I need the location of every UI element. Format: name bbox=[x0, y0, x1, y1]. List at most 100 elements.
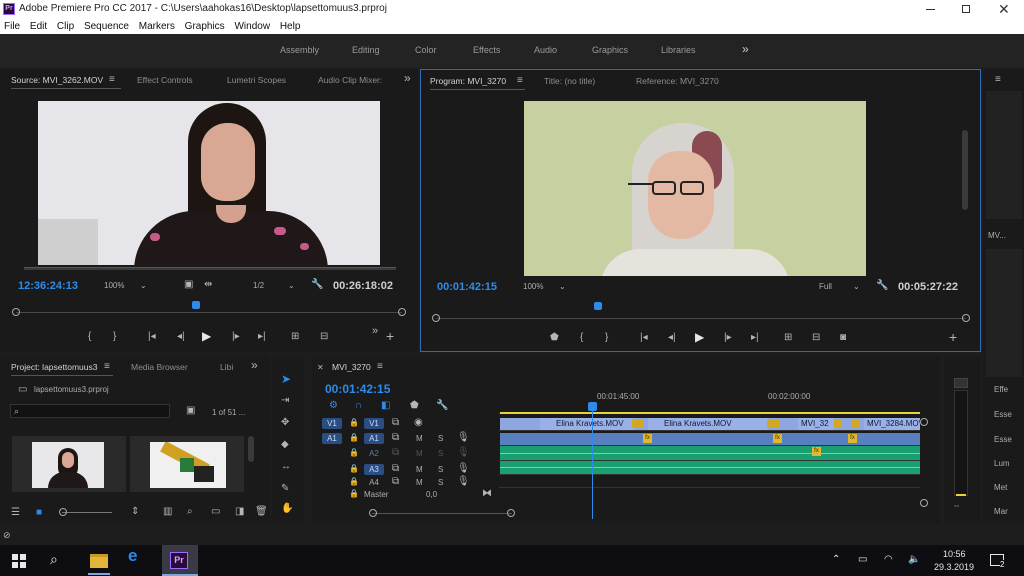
network-icon[interactable]: ◠ bbox=[884, 555, 893, 565]
pen-tool-icon[interactable]: ✎ bbox=[281, 484, 289, 494]
find-icon[interactable]: ⌕ bbox=[187, 507, 193, 517]
selection-tool-icon[interactable]: ➤ bbox=[281, 373, 291, 385]
ripple-edit-tool-icon[interactable]: ✥ bbox=[281, 418, 289, 428]
new-bin-icon[interactable]: ▭ bbox=[211, 507, 220, 517]
lock-icon[interactable]: 🔒 bbox=[349, 464, 359, 474]
menu-graphics[interactable]: Graphics bbox=[185, 21, 225, 32]
transition-marker[interactable] bbox=[632, 419, 644, 428]
tab-effect-controls[interactable]: Effect Controls bbox=[137, 75, 193, 85]
chevron-down-icon[interactable]: ⌄ bbox=[853, 282, 860, 292]
microphone-icon[interactable]: 🎙 bbox=[457, 477, 470, 487]
go-to-out-icon[interactable]: ▸| bbox=[751, 333, 759, 343]
play-icon[interactable]: ▶ bbox=[202, 330, 211, 342]
controls-overflow-icon[interactable]: » bbox=[372, 326, 378, 337]
right-tab-lumetri[interactable]: Lum bbox=[994, 459, 1010, 468]
chevron-down-icon[interactable]: ⌄ bbox=[559, 282, 566, 292]
eye-icon[interactable]: ◉ bbox=[414, 418, 423, 428]
program-zoom[interactable]: 100% bbox=[523, 282, 543, 291]
menu-clip[interactable]: Clip bbox=[57, 21, 74, 32]
insert-icon[interactable]: ▣ bbox=[184, 280, 193, 290]
mark-out-icon[interactable]: } bbox=[113, 332, 116, 342]
step-back-icon[interactable]: ◂| bbox=[177, 332, 185, 342]
panel-menu-icon[interactable]: ≡ bbox=[104, 362, 110, 372]
tab-libraries[interactable]: Libi bbox=[220, 362, 233, 372]
right-tab-metadata[interactable]: Met bbox=[994, 483, 1007, 492]
close-tab-icon[interactable]: ✕ bbox=[317, 363, 324, 373]
tab-sequence[interactable]: MVI_3270 bbox=[332, 362, 371, 372]
program-timecode[interactable]: 00:01:42:15 bbox=[437, 281, 497, 293]
timeline-playhead[interactable] bbox=[588, 402, 597, 411]
solo-button-a1[interactable]: S bbox=[438, 434, 443, 443]
go-to-out-icon[interactable]: ▸| bbox=[258, 332, 266, 342]
lock-icon[interactable]: 🔒 bbox=[349, 477, 359, 487]
source-patch-a1[interactable]: A1 bbox=[322, 433, 342, 444]
premiere-taskbar-icon[interactable]: Pr bbox=[170, 552, 188, 569]
solo-button-a4[interactable]: S bbox=[438, 478, 443, 487]
overwrite-clip-icon[interactable]: ⊟ bbox=[320, 332, 328, 342]
video-clip[interactable]: MVI_3284.MOV bbox=[864, 418, 920, 430]
mark-out-icon[interactable]: } bbox=[605, 333, 608, 343]
program-scrub-start[interactable] bbox=[432, 314, 440, 322]
trim-icon[interactable]: ⇹ bbox=[204, 280, 212, 290]
menu-window[interactable]: Window bbox=[234, 21, 270, 32]
source-playhead[interactable] bbox=[192, 301, 200, 309]
lock-icon[interactable]: 🔒 bbox=[349, 433, 359, 443]
tab-title[interactable]: Title: (no title) bbox=[544, 76, 595, 86]
search-icon[interactable]: ⌕ bbox=[50, 552, 58, 566]
track-target-a4[interactable]: A4 bbox=[364, 477, 384, 488]
right-tab-essential-sound[interactable]: Esse bbox=[994, 435, 1012, 444]
go-to-in-icon[interactable]: |◂ bbox=[148, 332, 156, 342]
icon-view-icon[interactable]: ■ bbox=[36, 508, 42, 518]
file-explorer-icon[interactable] bbox=[90, 554, 108, 568]
mute-button-a3[interactable]: M bbox=[416, 465, 423, 474]
workspace-color[interactable]: Color bbox=[415, 45, 437, 55]
battery-icon[interactable]: ▭ bbox=[858, 555, 867, 565]
vertical-scroll-start[interactable] bbox=[920, 418, 928, 426]
camera-icon[interactable]: ◙ bbox=[840, 333, 846, 343]
wrench-icon[interactable]: 🔧 bbox=[436, 401, 448, 411]
tab-audio-clip-mixer[interactable]: Audio Clip Mixer: bbox=[318, 75, 382, 85]
add-button-icon[interactable]: + bbox=[386, 329, 394, 343]
tabs-overflow-icon[interactable]: » bbox=[251, 359, 258, 371]
source-scrub-start[interactable] bbox=[12, 308, 20, 316]
track-select-tool-icon[interactable]: ⇥ bbox=[281, 396, 289, 406]
tab-program[interactable]: Program: MVI_3270 bbox=[430, 76, 506, 86]
vertical-scroll-end[interactable] bbox=[920, 499, 928, 507]
fx-badge[interactable]: fx bbox=[773, 434, 782, 443]
step-forward-icon[interactable]: |▸ bbox=[724, 333, 732, 343]
right-tab-markers[interactable]: Mar bbox=[994, 507, 1008, 516]
microphone-icon[interactable]: 🎙 bbox=[457, 464, 470, 474]
clock-time[interactable]: 10:56 bbox=[943, 549, 966, 559]
new-item-icon[interactable]: ◨ bbox=[235, 507, 244, 517]
microphone-icon[interactable]: 🎙 bbox=[457, 448, 470, 458]
insert-clip-icon[interactable]: ⊞ bbox=[291, 332, 299, 342]
sync-lock-icon[interactable]: ⧉ bbox=[392, 464, 399, 474]
lock-icon[interactable]: 🔒 bbox=[349, 418, 359, 428]
mute-button-a4[interactable]: M bbox=[416, 478, 423, 487]
new-bin-icon[interactable]: ▣ bbox=[186, 406, 195, 416]
solo-button-a2[interactable]: S bbox=[438, 449, 443, 458]
timeline-zoom-end[interactable] bbox=[507, 509, 515, 517]
step-back-icon[interactable]: ◂| bbox=[668, 333, 676, 343]
sync-lock-icon[interactable]: ⧉ bbox=[392, 433, 399, 443]
slip-tool-icon[interactable]: ↔ bbox=[281, 462, 291, 472]
windows-start-icon[interactable] bbox=[12, 554, 26, 568]
fx-badge[interactable]: fx bbox=[643, 434, 652, 443]
solo-button-a3[interactable]: S bbox=[438, 465, 443, 474]
workspace-assembly[interactable]: Assembly bbox=[280, 45, 319, 55]
add-button-icon[interactable]: + bbox=[949, 330, 957, 344]
sync-lock-icon[interactable]: ⧉ bbox=[392, 418, 399, 428]
thumbnail-size-slider[interactable] bbox=[62, 512, 112, 513]
list-view-icon[interactable]: ☰ bbox=[11, 508, 20, 518]
hand-tool-icon[interactable]: ✋ bbox=[281, 504, 293, 514]
go-to-end-icon[interactable]: ⧓ bbox=[482, 489, 492, 499]
thumbnail-2[interactable] bbox=[130, 436, 244, 492]
mute-button-a1[interactable]: M bbox=[416, 434, 423, 443]
solo-icon[interactable]: ◦◦ bbox=[954, 502, 959, 512]
track-target-a2[interactable]: A2 bbox=[364, 448, 384, 459]
trash-icon[interactable]: 🗑 bbox=[255, 507, 268, 517]
chevron-down-icon[interactable]: ⌄ bbox=[140, 281, 147, 291]
tab-reference[interactable]: Reference: MVI_3270 bbox=[636, 76, 719, 86]
transition-marker[interactable] bbox=[834, 419, 842, 428]
track-target-a3[interactable]: A3 bbox=[364, 464, 384, 475]
